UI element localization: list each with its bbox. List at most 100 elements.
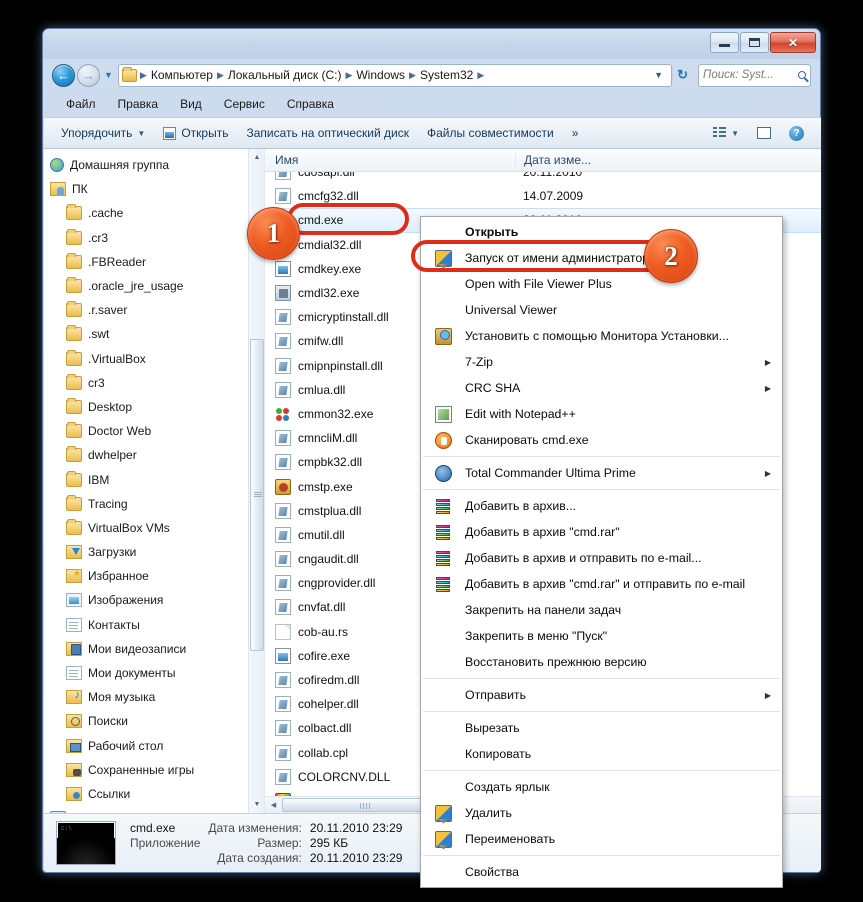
breadcrumb-item-0[interactable]: Компьютер [148, 68, 216, 82]
sidebar-item-рабочий-стол[interactable]: Рабочий стол [44, 734, 264, 758]
scroll-down-button[interactable]: ▼ [249, 796, 264, 813]
sidebar-item-virtualbox-vms[interactable]: VirtualBox VMs [44, 516, 264, 540]
sidebar-item-изображения[interactable]: Изображения [44, 588, 264, 612]
context-menu-item-10[interactable]: Добавить в архив... [421, 493, 782, 519]
organize-button[interactable]: Упорядочить ▼ [52, 123, 154, 143]
context-menu-item-22[interactable]: Переименовать [421, 826, 782, 852]
menu-separator [423, 711, 780, 712]
sidebar-item-cr3[interactable]: cr3 [44, 371, 264, 395]
sidebar-item-desktop[interactable]: Desktop [44, 395, 264, 419]
dll-icon [275, 503, 291, 519]
menu-file[interactable]: Файл [55, 95, 107, 113]
context-menu-item-15[interactable]: Закрепить в меню "Пуск" [421, 623, 782, 649]
address-input[interactable]: ▶ Компьютер ▶ Локальный диск (C:) ▶ Wind… [118, 64, 672, 87]
context-menu-item-19[interactable]: Копировать [421, 741, 782, 767]
close-button[interactable]: ✕ [770, 32, 816, 53]
sidebar-item--swt[interactable]: .swt [44, 322, 264, 346]
context-menu-item-1[interactable]: Запуск от имени администратора [421, 245, 782, 271]
menu-tools[interactable]: Сервис [213, 95, 276, 113]
menu-view[interactable]: Вид [169, 95, 213, 113]
open-button[interactable]: Открыть [154, 123, 237, 143]
context-menu-item-5[interactable]: 7-Zip▶ [421, 349, 782, 375]
history-dropdown-button[interactable]: ▼ [104, 70, 113, 80]
sidebar-item-ссылки[interactable]: Ссылки [44, 782, 264, 806]
context-menu-item-16[interactable]: Восстановить прежнюю версию [421, 649, 782, 675]
context-menu-item-6[interactable]: CRC SHA▶ [421, 375, 782, 401]
sidebar-item-мои-видеозаписи[interactable]: Мои видеозаписи [44, 637, 264, 661]
sidebar-item-doctor-web[interactable]: Doctor Web [44, 419, 264, 443]
compatibility-files-button[interactable]: Файлы совместимости [418, 123, 563, 143]
context-menu-item-9[interactable]: Total Commander Ultima Prime▶ [421, 460, 782, 486]
sidebar-item-моя-музыка[interactable]: Моя музыка [44, 685, 264, 709]
sidebar-item-домашняя-группа[interactable]: Домашняя группа [44, 153, 264, 177]
context-menu-item-14[interactable]: Закрепить на панели задач [421, 597, 782, 623]
sidebar-item-загрузки[interactable]: Загрузки [44, 540, 264, 564]
breadcrumb-separator-icon[interactable]: ▶ [344, 70, 353, 81]
maximize-button[interactable] [740, 32, 769, 53]
sidebar-item-пк[interactable]: ПК [44, 177, 264, 201]
refresh-button[interactable]: ↻ [672, 67, 692, 83]
sidebar-item-сохраненные-игры[interactable]: Сохраненные игры [44, 758, 264, 782]
context-menu[interactable]: ОткрытьЗапуск от имени администратораOpe… [420, 216, 783, 888]
menu-edit[interactable]: Правка [107, 95, 170, 113]
address-dropdown-icon[interactable]: ▼ [648, 70, 669, 80]
sidebar-item-tracing[interactable]: Tracing [44, 492, 264, 516]
sidebar-item-контакты[interactable]: Контакты [44, 613, 264, 637]
sidebar-item-компьютер[interactable]: Компьютер [44, 806, 264, 813]
context-menu-item-20[interactable]: Создать ярлык [421, 774, 782, 800]
context-menu-item-3[interactable]: Universal Viewer [421, 297, 782, 323]
navigation-pane[interactable]: Домашняя группаПК.cache.cr3.FBReader.ora… [44, 149, 264, 813]
sidebar-item-поиски[interactable]: Поиски [44, 709, 264, 733]
scroll-left-button[interactable]: ◀ [265, 797, 282, 813]
search-box[interactable]: Поиск: Syst... [698, 64, 811, 87]
breadcrumb-item-3[interactable]: System32 [417, 68, 476, 82]
file-row[interactable]: cmcfg32.dll14.07.2009 [265, 184, 821, 208]
context-menu-item-12[interactable]: Добавить в архив и отправить по e-mail..… [421, 545, 782, 571]
column-header-date[interactable]: Дата изме... [515, 153, 821, 167]
breadcrumb-separator-icon[interactable]: ▶ [216, 70, 225, 81]
sidebar-item--virtualbox[interactable]: .VirtualBox [44, 347, 264, 371]
breadcrumb-item-2[interactable]: Windows [353, 68, 408, 82]
preview-pane-button[interactable] [748, 124, 780, 142]
breadcrumb-separator-icon[interactable]: ▶ [476, 70, 485, 81]
search-input[interactable]: Поиск: Syst... [703, 69, 798, 81]
open-label: Открыть [181, 126, 228, 140]
context-menu-item-23[interactable]: Свойства [421, 859, 782, 885]
file-name-label: cmdial32.dll [298, 238, 361, 252]
menu-help[interactable]: Справка [276, 95, 345, 113]
file-row[interactable]: cdosapi.dll20.11.2010 [265, 172, 821, 184]
context-menu-item-11[interactable]: Добавить в архив "cmd.rar" [421, 519, 782, 545]
context-menu-item-2[interactable]: Open with File Viewer Plus [421, 271, 782, 297]
context-menu-item-18[interactable]: Вырезать [421, 715, 782, 741]
sidebar-item-ibm[interactable]: IBM [44, 467, 264, 491]
breadcrumb-separator-icon[interactable]: ▶ [408, 70, 417, 81]
forward-button[interactable]: → [77, 64, 100, 87]
sidebar-item-мои-документы[interactable]: Мои документы [44, 661, 264, 685]
context-menu-item-21[interactable]: Удалить [421, 800, 782, 826]
sidebar-item-избранное[interactable]: Избранное [44, 564, 264, 588]
sidebar-item--cr3[interactable]: .cr3 [44, 226, 264, 250]
context-menu-item-17[interactable]: Отправить▶ [421, 682, 782, 708]
context-menu-item-label: CRC SHA [465, 381, 520, 395]
column-header-name[interactable]: Имя [265, 153, 515, 167]
sidebar-item--fbreader[interactable]: .FBReader [44, 250, 264, 274]
sidebar-item--oracle_jre_usage[interactable]: .oracle_jre_usage [44, 274, 264, 298]
sidebar-item-dwhelper[interactable]: dwhelper [44, 443, 264, 467]
context-menu-item-7[interactable]: Edit with Notepad++ [421, 401, 782, 427]
minimize-button[interactable] [710, 32, 739, 53]
burn-button[interactable]: Записать на оптический диск [237, 123, 418, 143]
context-menu-item-13[interactable]: Добавить в архив "cmd.rar" и отправить п… [421, 571, 782, 597]
context-menu-item-4[interactable]: Установить с помощью Монитора Установки.… [421, 323, 782, 349]
sidebar-item--r-saver[interactable]: .r.saver [44, 298, 264, 322]
context-menu-item-0[interactable]: Открыть [421, 219, 782, 245]
change-view-button[interactable]: ▼ [704, 124, 748, 142]
toolbar-overflow-button[interactable]: » [563, 123, 588, 143]
back-button[interactable]: ← [52, 64, 75, 87]
breadcrumb-item-1[interactable]: Локальный диск (C:) [225, 68, 345, 82]
scrollbar-thumb[interactable] [250, 339, 264, 651]
help-button[interactable]: ? [780, 123, 813, 144]
sidebar-item-label: Загрузки [88, 545, 136, 559]
context-menu-item-8[interactable]: Сканировать cmd.exe [421, 427, 782, 453]
scroll-up-button[interactable]: ▲ [249, 149, 264, 166]
sidebar-item--cache[interactable]: .cache [44, 201, 264, 225]
